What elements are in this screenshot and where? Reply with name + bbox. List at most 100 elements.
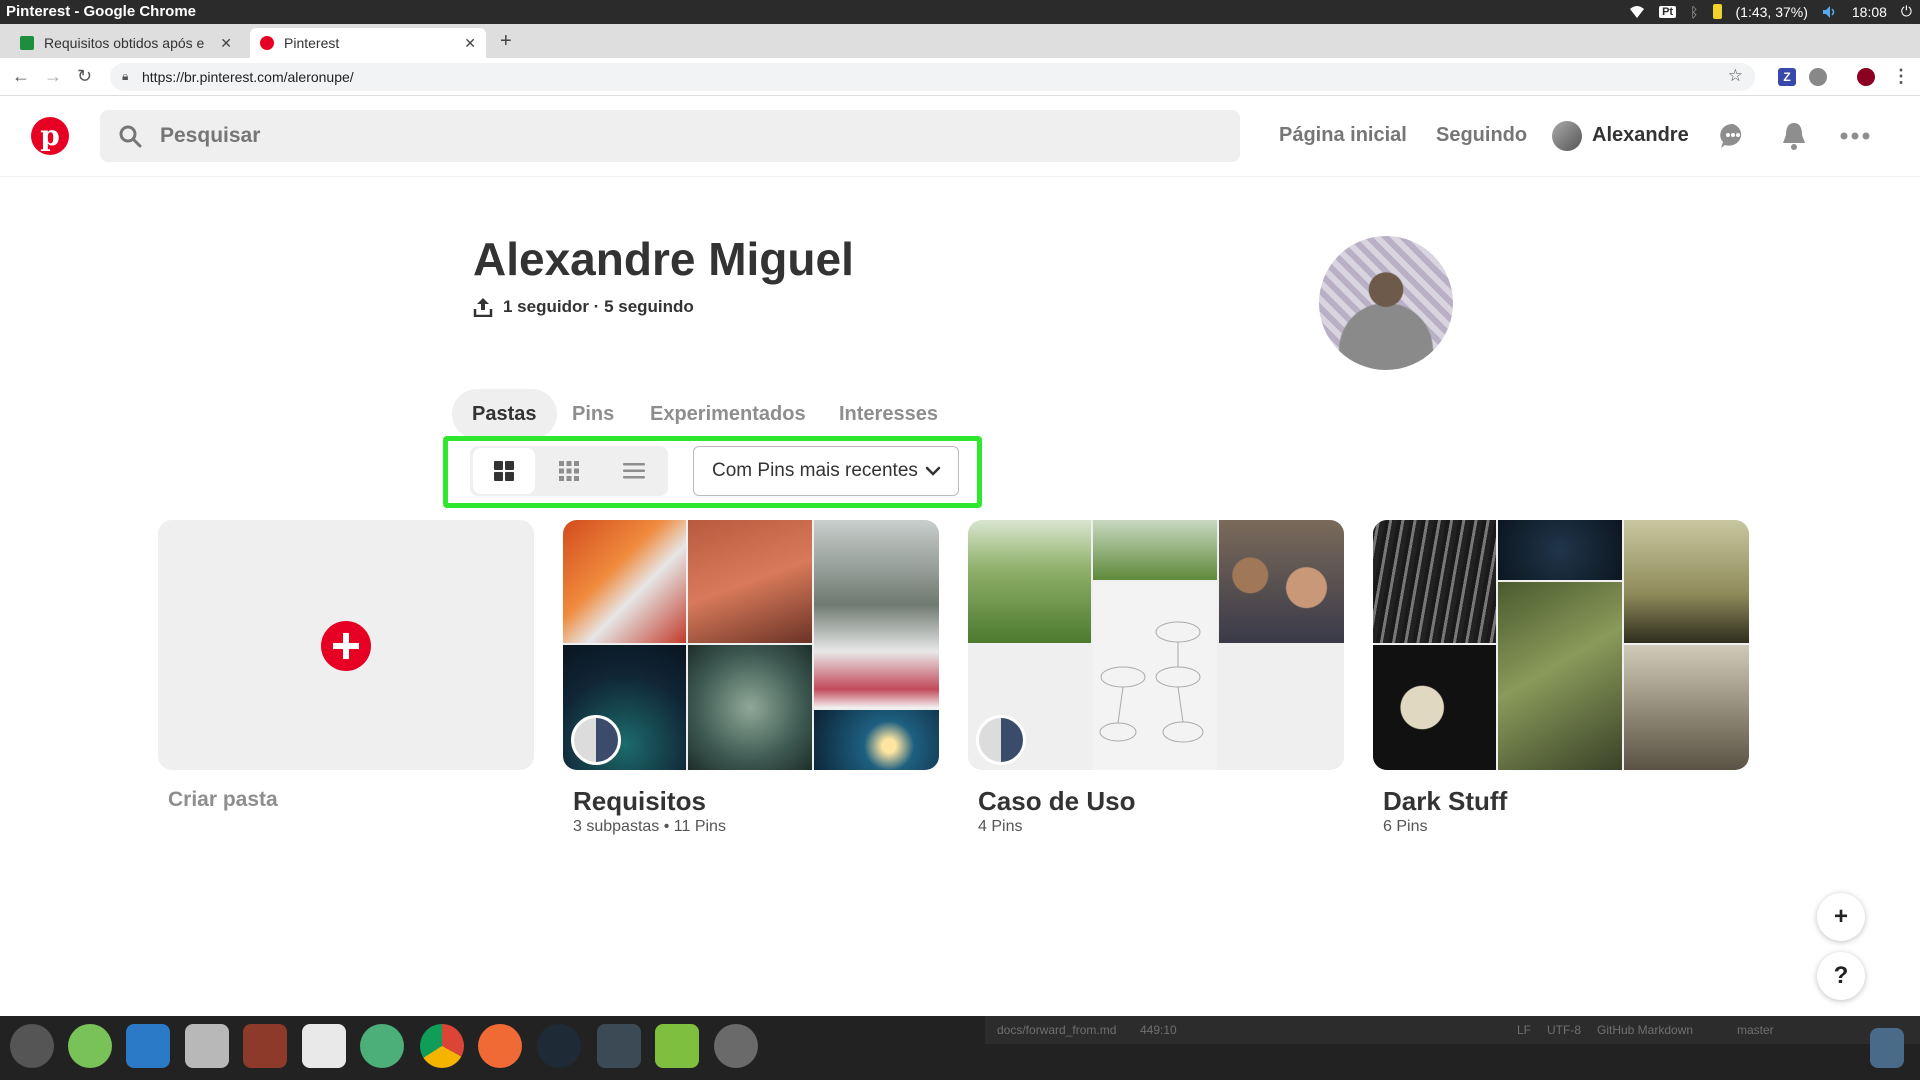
follow-counts[interactable]: 1 seguidor · 5 seguindo xyxy=(503,297,694,317)
list-view-button[interactable] xyxy=(603,448,665,494)
help-fab[interactable]: ? xyxy=(1817,952,1865,1000)
tab-label: Requisitos obtidos após e xyxy=(44,35,205,51)
board-subtitle: 6 Pins xyxy=(1383,818,1428,835)
status-cursor-pos[interactable]: 449:10 xyxy=(1140,1016,1177,1044)
taskbar-dock: docs/forward_from.md 449:10 LF UTF-8 Git… xyxy=(0,1016,1920,1080)
search-icon xyxy=(119,125,142,148)
chrome-menu-icon[interactable]: ⋮ xyxy=(1892,66,1910,87)
browser-tab-pinterest[interactable]: Pinterest ✕ xyxy=(250,28,486,58)
reload-icon[interactable]: ↻ xyxy=(77,66,92,87)
tab-pins[interactable]: Pins xyxy=(552,389,634,439)
status-grammar[interactable]: GitHub Markdown xyxy=(1597,1016,1693,1044)
board-cover-caso-de-uso[interactable] xyxy=(968,520,1344,770)
board-subtitle: 4 Pins xyxy=(978,818,1023,835)
close-tab-icon[interactable]: ✕ xyxy=(464,35,476,52)
grid-small-view-button[interactable] xyxy=(538,448,600,494)
url-text[interactable]: https://br.pinterest.com/aleronupe/ xyxy=(142,69,354,85)
grid-small-icon xyxy=(559,461,579,481)
gimp-icon[interactable] xyxy=(714,1024,758,1068)
board-owner-avatar xyxy=(571,715,621,765)
board-title[interactable]: Requisitos xyxy=(573,786,706,817)
messages-icon[interactable] xyxy=(1718,121,1748,151)
pin-thumbnail xyxy=(814,710,939,770)
board-cover-dark-stuff[interactable] xyxy=(1373,520,1749,770)
address-bar-row: ← → ↻ 🔒︎ https://br.pinterest.com/aleron… xyxy=(0,58,1920,96)
zotero-extension-icon[interactable]: Z xyxy=(1778,68,1796,86)
ubuntu-menu-icon[interactable] xyxy=(10,1024,54,1068)
profile-avatar-icon[interactable] xyxy=(1857,68,1875,86)
vscode-icon[interactable] xyxy=(126,1024,170,1068)
pin-thumbnail xyxy=(688,645,812,770)
close-tab-icon[interactable]: ✕ xyxy=(220,35,232,52)
add-circle-icon[interactable] xyxy=(320,620,372,672)
trash-icon[interactable] xyxy=(1870,1028,1904,1068)
tab-experimentados[interactable]: Experimentados xyxy=(630,389,826,439)
bluetooth-icon[interactable]: ᛒ xyxy=(1690,4,1698,20)
tab-interesses[interactable]: Interesses xyxy=(819,389,958,439)
browser-tab-bar: Requisitos obtidos após e ✕ Pinterest ✕ … xyxy=(0,24,1920,58)
omnibox[interactable]: 🔒︎ https://br.pinterest.com/aleronupe/ ☆ xyxy=(110,63,1755,91)
pin-thumbnail xyxy=(1624,645,1749,770)
back-arrow-icon[interactable]: ← xyxy=(12,66,30,87)
pin-thumbnail xyxy=(563,520,686,643)
bookmark-star-icon[interactable]: ☆ xyxy=(1728,66,1743,86)
board-cover-requisitos[interactable] xyxy=(563,520,939,770)
status-eol[interactable]: LF xyxy=(1517,1016,1531,1044)
android-studio-icon[interactable] xyxy=(68,1024,112,1068)
wifi-icon[interactable] xyxy=(1629,5,1645,19)
nav-following[interactable]: Seguindo xyxy=(1436,124,1527,147)
pin-thumbnail xyxy=(1093,582,1217,770)
clock[interactable]: 18:08 xyxy=(1852,4,1887,20)
battery-icon[interactable] xyxy=(1712,4,1722,19)
files-icon[interactable] xyxy=(185,1024,229,1068)
notifications-bell-icon[interactable] xyxy=(1781,121,1807,151)
status-branch[interactable]: master xyxy=(1737,1016,1774,1044)
forward-arrow-icon[interactable]: → xyxy=(44,66,62,87)
board-owner-avatar xyxy=(976,715,1026,765)
book-reader-icon[interactable] xyxy=(243,1024,287,1068)
user-avatar[interactable] xyxy=(1552,121,1582,151)
pinterest-logo[interactable]: p xyxy=(31,117,69,155)
tab-pastas[interactable]: Pastas xyxy=(452,389,557,439)
board-title[interactable]: Caso de Uso xyxy=(978,786,1136,817)
sort-dropdown[interactable]: Com Pins mais recentes xyxy=(693,446,959,496)
pin-thumbnail xyxy=(968,520,1091,643)
slack-icon[interactable] xyxy=(302,1024,346,1068)
new-tab-button[interactable]: + xyxy=(500,30,512,53)
tab-label: Pinterest xyxy=(284,35,340,51)
search-bar[interactable] xyxy=(100,110,1240,162)
postman-icon[interactable] xyxy=(478,1024,522,1068)
extension-icon[interactable] xyxy=(1809,68,1827,86)
lock-icon[interactable]: 🔒︎ xyxy=(122,69,128,84)
window-title: Pinterest - Google Chrome xyxy=(6,3,197,20)
nav-home[interactable]: Página inicial xyxy=(1279,124,1407,147)
volume-icon[interactable] xyxy=(1822,5,1838,19)
nav-user[interactable]: Alexandre xyxy=(1592,124,1689,147)
keyboard-layout[interactable]: Pt xyxy=(1659,5,1677,18)
create-board-label[interactable]: Criar pasta xyxy=(168,788,278,812)
follow-stats-row: 1 seguidor · 5 seguindo xyxy=(473,297,694,317)
os-top-bar: Pinterest - Google Chrome Pt ᛒ (1:43, 37… xyxy=(0,0,1920,24)
board-title[interactable]: Dark Stuff xyxy=(1383,786,1507,817)
view-toggle-group xyxy=(470,446,668,496)
editor-status-bar: docs/forward_from.md 449:10 LF UTF-8 Git… xyxy=(985,1016,1920,1044)
create-board-card[interactable] xyxy=(158,520,534,770)
chrome-icon[interactable] xyxy=(420,1024,464,1068)
add-pin-fab[interactable]: + xyxy=(1817,893,1865,941)
terminal-icon[interactable] xyxy=(597,1024,641,1068)
browser-tab-requisitos[interactable]: Requisitos obtidos após e ✕ xyxy=(10,28,242,58)
battery-status: (1:43, 37%) xyxy=(1735,3,1808,20)
status-encoding[interactable]: UTF-8 xyxy=(1547,1016,1581,1044)
atom-icon[interactable] xyxy=(360,1024,404,1068)
search-input[interactable] xyxy=(160,122,1160,150)
android-emulator-icon[interactable] xyxy=(655,1024,699,1068)
share-icon[interactable] xyxy=(473,297,493,317)
profile-name: Alexandre Miguel xyxy=(473,233,854,285)
grid-large-view-button[interactable] xyxy=(473,448,535,494)
power-icon[interactable]: ⏻ xyxy=(1901,3,1912,20)
status-file[interactable]: docs/forward_from.md xyxy=(997,1016,1116,1044)
board-subtitle: 3 subpastas • 11 Pins xyxy=(573,818,726,835)
pin-thumbnail xyxy=(1498,520,1622,580)
more-options-icon[interactable] xyxy=(1840,131,1870,141)
gitkraken-icon[interactable] xyxy=(537,1024,581,1068)
